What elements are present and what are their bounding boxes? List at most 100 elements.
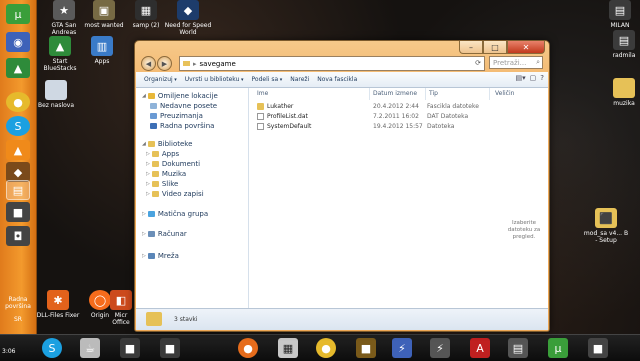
column-header-date[interactable]: Datum izmene [373,90,417,97]
app-icon[interactable]: ■ [120,338,140,358]
internet-icon[interactable]: ◉ [6,32,30,52]
desktop-icon-bluestacks[interactable]: ▲ Start BlueStacks [36,36,84,72]
nav-library-videos[interactable]: ▷ Video zapisi [146,190,204,198]
expand-icon[interactable]: ▷ [146,161,150,167]
desktop-icon-most-wanted[interactable]: ▣ most wanted [80,0,128,29]
nav-label: Dokumenti [161,160,201,168]
nav-libraries[interactable]: ◢ Biblioteke [142,140,192,148]
desktop-icon-radmila[interactable]: ▤ radmila [600,30,640,59]
file-row[interactable]: Lukather 20.4.2012 2:44 Fascikla datotek… [257,102,488,111]
close-button[interactable]: ✕ [507,41,545,54]
expand-icon[interactable]: ▷ [146,191,150,197]
daemon-icon[interactable]: ⚡ [392,338,412,358]
explorer-window[interactable]: – □ ✕ ◀ ▶ ▸ savegame ⟳ Pretraži... ⌕ Org… [134,40,550,332]
share-with-button[interactable]: Podeli sa [252,76,283,83]
nav-library-apps[interactable]: ▷ Apps [146,150,179,158]
nav-library-pictures[interactable]: ▷ Slike [146,180,178,188]
desktop-icon-label: Start BlueStacks [43,58,77,72]
nav-label: Nedavne posete [160,102,218,110]
address-bar[interactable]: ▸ savegame ⟳ [179,56,485,71]
file-icon [257,123,264,130]
vlc-icon[interactable]: ▲ [6,140,30,160]
column-divider[interactable] [369,88,370,100]
image-file-icon [45,80,67,100]
nav-library-documents[interactable]: ▷ Dokumenti [146,160,200,168]
clock[interactable]: 3:06 [2,348,15,355]
expand-icon[interactable]: ▷ [142,231,146,237]
nav-computer[interactable]: ▷ Računar [142,230,187,238]
desktop-icon-dll-fixer[interactable]: ✱ DLL-Files Fixer [34,290,82,319]
minimize-button[interactable]: – [459,41,483,54]
expand-icon[interactable]: ▷ [146,171,150,177]
chrome-icon[interactable]: ● [316,338,336,358]
collapse-icon[interactable]: ◢ [142,141,146,147]
nav-label: Slike [161,180,179,188]
app-icon[interactable]: ■ [160,338,180,358]
new-folder-button[interactable]: Nova fascikla [317,76,357,83]
app-icon[interactable]: ■ [356,338,376,358]
language-indicator[interactable]: SR [0,316,36,323]
expand-icon[interactable]: ▷ [142,211,146,217]
skype-icon[interactable]: S [6,116,30,136]
expand-icon[interactable]: ▷ [142,253,146,259]
desktop-icon-apps[interactable]: ▥ Apps [78,36,126,65]
app-icon[interactable]: ■ [588,338,608,358]
forward-button[interactable]: ▶ [157,56,172,71]
column-header-name[interactable]: Ime [257,90,268,97]
nav-network[interactable]: ▷ Mreža [142,252,179,260]
column-divider[interactable] [425,88,426,100]
desktop-icon-samp[interactable]: ▦ samp (2) [122,0,170,29]
expand-icon[interactable]: ▷ [146,181,150,187]
desktop-icon-milan[interactable]: ▤ MILAN [596,0,640,29]
organize-button[interactable]: Organizuj [144,76,177,83]
collapse-icon[interactable]: ◢ [142,93,146,99]
desktop-icon-mod-sa-setup[interactable]: ⬛ mod_sa v4... B - Setup [582,208,630,244]
bluestacks-icon[interactable]: ▲ [6,58,30,78]
help-icon[interactable]: ? [540,74,544,82]
calendar-icon[interactable]: ▦ [278,338,298,358]
app-icon[interactable]: ◘ [6,226,30,246]
recent-places-icon [150,103,157,109]
utorrent-icon[interactable]: µ [6,4,30,24]
expand-icon[interactable]: ▷ [146,151,150,157]
file-type: DAT Datoteka [427,113,469,120]
maximize-button[interactable]: □ [483,41,507,54]
skype-icon[interactable]: S [42,338,62,358]
back-button[interactable]: ◀ [141,56,156,71]
refresh-icon[interactable]: ⟳ [475,59,481,67]
nav-favorites[interactable]: ◢ Omiljene lokacije [142,92,218,100]
burn-button[interactable]: Nareži [290,76,309,83]
pdf-icon[interactable]: A [470,338,490,358]
nav-homegroup[interactable]: ▷ Matična grupa [142,210,208,218]
column-header-size[interactable]: Veličin [495,90,514,97]
game-icon[interactable]: ◆ [6,162,30,182]
network-icon[interactable]: ⚡ [430,338,450,358]
view-options-icon[interactable]: ▤▾ [516,74,526,82]
column-divider[interactable] [489,88,490,100]
firefox-icon[interactable]: ● [238,338,258,358]
nav-recent-places[interactable]: Nedavne posete [150,102,217,110]
desktop-icon-label: radmila [612,52,636,59]
java-icon[interactable]: ☕ [80,338,100,358]
nav-downloads[interactable]: Preuzimanja [150,112,203,120]
bluestacks-icon: ▲ [49,36,71,56]
file-row[interactable]: SystemDefault 19.4.2012 15:57 Datoteka [257,122,488,131]
file-row[interactable]: ProfileList.dat 7.2.2011 16:02 DAT Datot… [257,112,488,121]
chrome-icon[interactable]: ● [6,92,30,112]
nav-library-music[interactable]: ▷ Muzika [146,170,186,178]
media-icon[interactable]: ■ [6,202,30,222]
desktop-icon-nfs-world[interactable]: ◆ Need for Speed World [164,0,212,36]
utorrent-icon[interactable]: µ [548,338,568,358]
desktop-icon-muzika[interactable]: muzika [600,78,640,107]
preview-pane-icon[interactable]: ▢ [530,74,537,82]
include-in-library-button[interactable]: Uvrsti u biblioteku [185,76,244,83]
app-icon[interactable]: ▤ [508,338,528,358]
breadcrumb-current[interactable]: savegame [200,60,236,68]
column-header-type[interactable]: Tip [429,90,438,97]
nav-desktop[interactable]: Radna površina [150,122,214,130]
search-input[interactable]: Pretraži... ⌕ [489,56,543,69]
desktop-icon-office[interactable]: ◧ Micr Office [106,290,136,326]
side-taskbar: µ ◉ ▲ ● S ▲ ◆ ▤ ■ ◘ Radna površina SR [0,0,37,334]
explorer-icon[interactable]: ▤ [6,180,30,200]
desktop-icon-bez-naslova[interactable]: Bez naslova [32,80,80,109]
